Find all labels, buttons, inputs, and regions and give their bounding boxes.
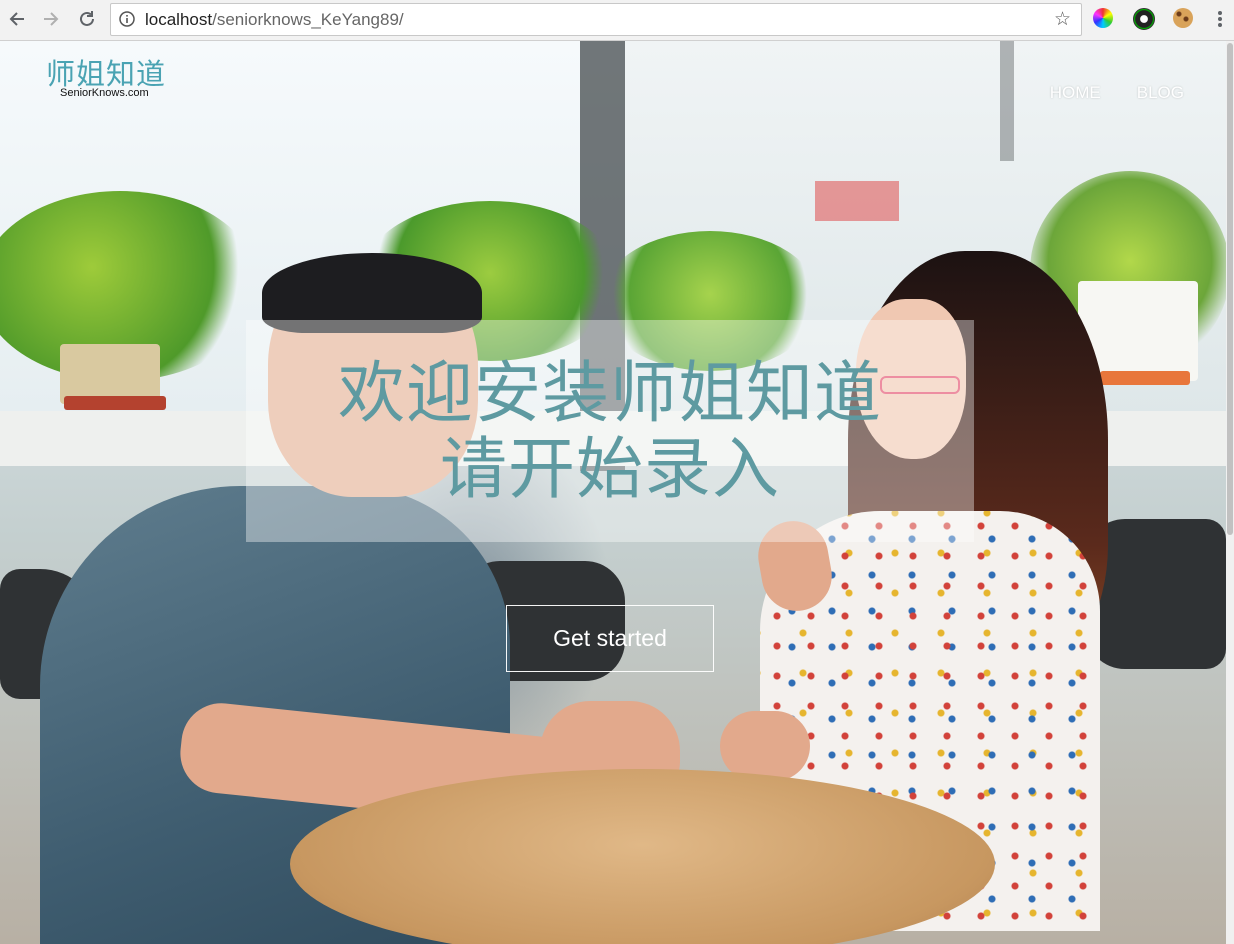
- woman-hand-table: [720, 711, 810, 781]
- back-arrow-icon[interactable]: [4, 6, 30, 32]
- pot-saucer: [64, 396, 166, 410]
- cookie-extension-icon[interactable]: [1173, 8, 1193, 28]
- logo-english-text: SeniorKnows.com: [60, 87, 149, 99]
- nav-home-link[interactable]: HOME: [1050, 83, 1101, 103]
- site-logo[interactable]: 师姐知道 SeniorKnows.com: [46, 51, 166, 99]
- nav-blog-link[interactable]: BLOG: [1137, 83, 1184, 103]
- pot-saucer-right: [1100, 371, 1190, 385]
- get-started-button[interactable]: Get started: [506, 605, 714, 672]
- url-host: localhost: [145, 10, 213, 29]
- bookmark-star-icon[interactable]: ☆: [1054, 8, 1071, 30]
- plant-pot: [60, 344, 160, 404]
- browser-toolbar: localhost/seniorknows_KeYang89/ ☆: [0, 0, 1234, 41]
- window-frame: [1000, 41, 1014, 161]
- color-picker-extension-icon[interactable]: [1093, 8, 1113, 28]
- hero-headline-line-2: 请开始录入: [440, 430, 780, 508]
- address-bar[interactable]: localhost/seniorknows_KeYang89/ ☆: [110, 3, 1082, 36]
- scrollbar-thumb[interactable]: [1227, 43, 1233, 535]
- main-nav: HOME BLOG: [1050, 83, 1184, 103]
- camera-extension-icon[interactable]: [1133, 8, 1155, 30]
- reload-icon[interactable]: [74, 6, 100, 32]
- hero-headline-line-1: 欢迎安装师姐知道: [338, 354, 882, 432]
- round-table: [290, 769, 995, 944]
- menu-kebab-icon[interactable]: [1212, 6, 1228, 32]
- hero-headline-box: 欢迎安装师姐知道 请开始录入: [246, 320, 974, 542]
- url-text: localhost/seniorknows_KeYang89/: [145, 10, 404, 30]
- page-viewport: 师姐知道 SeniorKnows.com HOME BLOG 欢迎安装师姐知道 …: [0, 41, 1226, 944]
- page-scrollbar[interactable]: [1226, 41, 1234, 944]
- forward-arrow-icon[interactable]: [38, 6, 64, 32]
- info-icon[interactable]: [119, 11, 135, 31]
- url-path: /seniorknows_KeYang89/: [212, 10, 404, 29]
- red-sign: [815, 181, 899, 221]
